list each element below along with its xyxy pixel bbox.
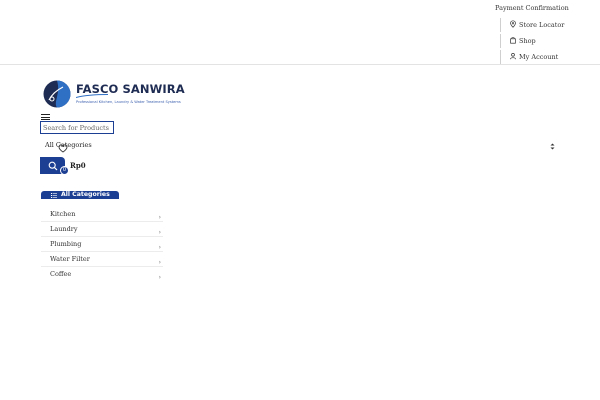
category-item-water-filter[interactable]: Water Filter › — [41, 252, 163, 267]
payment-confirmation-label: Payment Confirmation — [495, 4, 569, 12]
bag-icon — [510, 37, 516, 44]
cart-count-badge[interactable]: 0 — [60, 166, 69, 175]
logo-swoosh-icon — [76, 94, 108, 98]
map-pin-icon — [510, 20, 516, 28]
logo-mark-icon — [43, 80, 71, 108]
separator — [500, 34, 501, 48]
separator — [500, 18, 501, 32]
category-select[interactable]: All Categories — [45, 140, 555, 152]
my-account-label: My Account — [519, 53, 559, 61]
my-account-link[interactable]: My Account — [509, 52, 558, 61]
chevron-right-icon: › — [158, 259, 161, 266]
category-item-label: Plumbing — [50, 240, 82, 248]
chevron-right-icon: › — [158, 214, 161, 221]
category-item-laundry[interactable]: Laundry › — [41, 222, 163, 237]
logo-tagline: Professional Kitchen, Laundry & Water Tr… — [76, 99, 181, 104]
heart-icon[interactable] — [58, 144, 68, 153]
store-locator-label: Store Locator — [519, 21, 565, 29]
chevron-right-icon: › — [158, 244, 161, 251]
category-item-kitchen[interactable]: Kitchen › — [41, 207, 163, 222]
category-select-value: All Categories — [45, 141, 92, 149]
cart-total[interactable]: Rp0 — [70, 161, 86, 170]
store-locator-link[interactable]: Store Locator — [509, 20, 564, 29]
all-categories-toggle[interactable]: All Categories — [41, 191, 119, 199]
menu-icon[interactable] — [41, 113, 50, 121]
search-icon — [48, 161, 58, 171]
shop-link[interactable]: Shop — [509, 36, 536, 45]
shop-label: Shop — [519, 37, 536, 45]
category-item-label: Kitchen — [50, 210, 76, 218]
category-item-plumbing[interactable]: Plumbing › — [41, 237, 163, 252]
all-categories-label: All Categories — [61, 191, 110, 198]
site-logo[interactable]: FASCO SANWIRA Professional Kitchen, Laun… — [43, 80, 185, 110]
category-item-coffee[interactable]: Coffee › — [41, 267, 163, 282]
select-arrows-icon — [550, 143, 555, 150]
search-input[interactable] — [40, 121, 114, 134]
category-item-label: Laundry — [50, 225, 78, 233]
user-icon — [510, 53, 516, 60]
list-icon — [51, 192, 57, 198]
category-item-label: Water Filter — [50, 255, 90, 263]
header-divider — [0, 64, 600, 65]
payment-confirmation-link[interactable]: Payment Confirmation — [495, 4, 569, 12]
chevron-right-icon: › — [158, 274, 161, 281]
category-item-label: Coffee — [50, 270, 72, 278]
separator — [500, 50, 501, 64]
chevron-right-icon: › — [158, 229, 161, 236]
